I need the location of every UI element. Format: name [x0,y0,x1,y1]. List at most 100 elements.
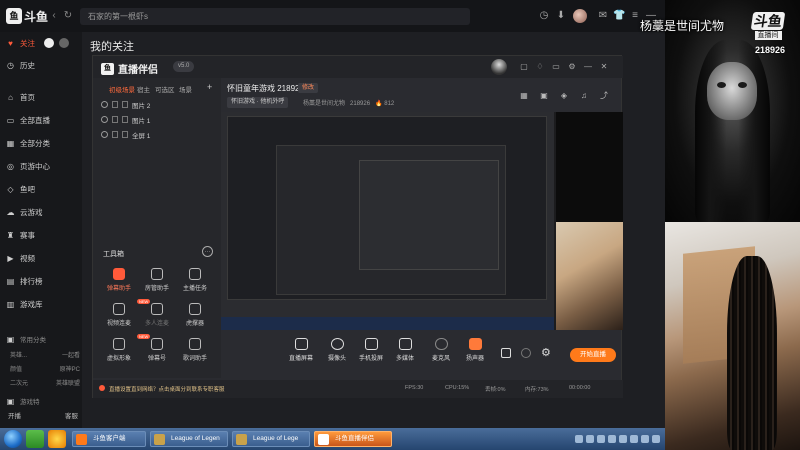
nav-item-follow[interactable]: ♥ 关注 [6,34,80,52]
app-launcher-icon[interactable] [26,430,44,448]
gift-icon[interactable]: ▢ [519,62,529,72]
companion-avatar[interactable] [491,59,507,75]
nav-item-yuba[interactable]: ◇ 鱼吧 [6,180,80,198]
nav-item-history[interactable]: ◷ 历史 [6,56,80,74]
minimize-icon[interactable]: — [583,62,593,72]
scene-panel: 初级场景 宿主 可选区 场景 + 图片 2 图片 1 全屏 1 工具箱 … 弹幕… [93,78,221,378]
tray-icon[interactable] [586,435,594,443]
tool-video-link[interactable]: NEW 视频连麦 [101,299,151,333]
start-stream-link[interactable]: 开播 [8,410,21,420]
scene-tab[interactable]: 初级场景 [109,84,135,94]
windows-taskbar: 斗鱼客户端 League of Legen League of Lege 斗鱼直… [0,428,665,450]
nav-item-cloud-game[interactable]: ☁ 云游戏 [6,203,80,221]
tool-danmaku-helper[interactable]: 弹幕助手 [101,268,137,298]
nav-item-home[interactable]: ⌂ 首页 [6,88,80,106]
url-bar[interactable]: 石家的第一根虾s [80,8,470,25]
lock-icon[interactable] [112,131,118,138]
nav-item-game-library[interactable]: ▥ 游戏库 [6,295,80,313]
download-icon[interactable]: ⬇ [555,10,567,22]
settings-icon[interactable]: ⚙ [541,346,551,359]
media-icon [398,338,412,350]
nav-item-events[interactable]: ♜ 赛事 [6,226,80,244]
add-scene-icon[interactable]: + [207,82,212,92]
scene-tab[interactable]: 场景 [179,84,192,94]
status-warning[interactable]: 直播设置直到网络？点击桌面分到联系专职客服 [109,385,225,393]
source-row[interactable]: 图片 1 [101,113,150,126]
speaker-button[interactable]: 扬声器 [455,338,495,362]
refresh-icon[interactable]: ↻ [62,10,74,22]
nav-item-rank[interactable]: ▤ 排行榜 [6,272,80,290]
preview-camera-source [556,112,623,222]
user-avatar[interactable] [573,9,587,23]
scene-tab[interactable]: 可选区 [155,84,175,94]
tool-multi-link[interactable]: 多人连麦 [139,303,175,333]
start-button[interactable] [4,430,22,448]
tray-icon[interactable] [630,435,638,443]
source-row[interactable]: 全屏 1 [101,128,150,141]
browser-icon[interactable] [48,430,66,448]
companion-header: 鱼 直播伴侣 v5.0 ▢ ♢ ▭ ⚙ — ✕ [93,56,623,78]
tool-room-admin[interactable]: 房管助手 [139,268,175,298]
shirt-icon[interactable]: ♢ [535,62,545,72]
taskbar-task[interactable]: League of Lege [232,431,310,447]
taskbar-task[interactable]: 斗鱼客户端 [72,431,146,447]
close-icon[interactable]: ✕ [599,62,609,72]
warning-icon [99,385,105,391]
tool-danmaku-number[interactable]: 弹幕号 [139,338,175,368]
category-button[interactable]: 怀旧游戏 · 他机外呼 [227,97,289,108]
message-icon[interactable]: ▭ [551,62,561,72]
start-live-button[interactable]: 开始直播 [570,348,616,362]
category-row[interactable]: 二次元 英雄联盟 [10,378,80,387]
nav-label: 首页 [20,92,35,102]
record-icon[interactable] [501,348,511,358]
customer-service-link[interactable]: 客服 [65,410,78,420]
tray-icon[interactable] [608,435,616,443]
back-icon[interactable]: ‹ [48,10,60,22]
bag-icon[interactable]: ◈ [559,91,569,101]
stream-title[interactable]: 怀旧童年游戏 218926 [227,83,304,94]
category-row[interactable]: 英雄... 一起看 [10,350,80,359]
lock-icon[interactable] [112,101,118,108]
eye-icon[interactable] [101,131,108,138]
source-row[interactable]: 图片 2 [101,98,150,111]
douyu-logo[interactable]: 鱼 斗鱼 [6,8,48,24]
tool-lyrics[interactable]: 歌词助手 [177,338,213,368]
stream-preview[interactable] [221,112,623,330]
nav-item-video[interactable]: ▶ 视频 [6,249,80,267]
tray-icon[interactable] [597,435,605,443]
mail-icon[interactable]: ✉ [597,10,609,22]
more-icon[interactable]: … [202,246,213,257]
settings-icon[interactable]: ⚙ [567,62,577,72]
lock-icon[interactable] [112,116,118,123]
clock-icon[interactable]: ◷ [538,10,550,22]
system-tray[interactable] [575,433,663,445]
tool-anchor-task[interactable]: 主播任务 [177,268,213,298]
eye-icon[interactable] [101,101,108,108]
taskbar-task[interactable]: League of Legen [150,431,228,447]
eye-icon[interactable] [521,348,531,358]
shirt-icon[interactable]: 👕 [613,10,625,22]
image-icon [122,116,128,123]
nav-item-categories[interactable]: ▦ 全部分类 [6,134,80,152]
grid-icon[interactable]: ▦ [519,91,529,101]
category-row[interactable]: 颜值 原神PC [10,364,80,373]
scene-tab[interactable]: 宿主 [137,84,150,94]
nav-item-all-live[interactable]: ▭ 全部直播 [6,111,80,129]
eye-icon[interactable] [101,116,108,123]
taskbar-task-active[interactable]: 斗鱼直播伴侣 [314,431,392,447]
bell-icon[interactable]: ♫ [579,91,589,101]
tray-icon[interactable] [641,435,649,443]
gift-icon[interactable]: ▣ [539,91,549,101]
tray-icon[interactable] [652,435,660,443]
tray-icon[interactable] [575,435,583,443]
nav-item-web-games[interactable]: ◎ 页游中心 [6,157,80,175]
tray-icon[interactable] [619,435,627,443]
tool-tiger[interactable]: 虎撑器 [177,303,213,333]
tool-virtual-avatar[interactable]: NEW 虚拟形象 [101,334,151,368]
nav-label: 游戏库 [20,299,43,309]
edit-title-button[interactable]: 修改 [298,83,319,93]
media-button[interactable]: 多媒体 [385,338,425,362]
share-icon[interactable]: ⤴ [599,91,609,101]
home-icon: ⌂ [8,92,13,102]
screen-capture-button[interactable]: 直播屏幕 [281,338,321,362]
